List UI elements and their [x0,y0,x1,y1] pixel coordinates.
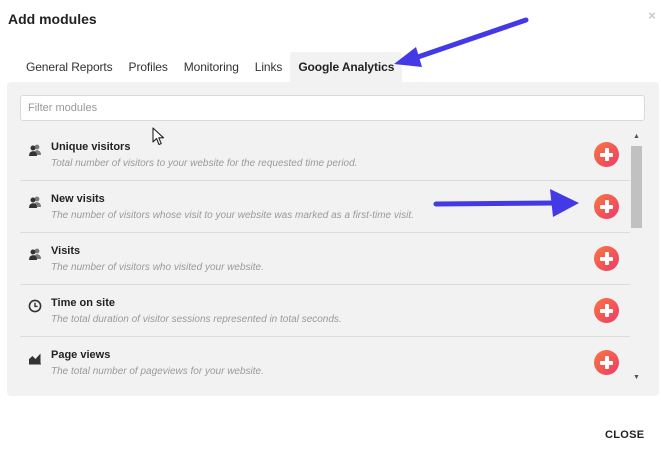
module-row-unique-visitors: Unique visitors Total number of visitors… [20,129,630,181]
module-name: Time on site [51,297,115,309]
module-description: The number of visitors whose visit to yo… [51,210,414,221]
users-icon [29,248,41,260]
module-name: Unique visitors [51,141,131,153]
clock-icon [28,299,42,313]
users-icon [29,196,41,208]
tab-general-reports[interactable]: General Reports [18,52,121,82]
scroll-up-arrow-icon[interactable]: ▲ [633,133,640,140]
filter-modules-input[interactable] [20,95,645,121]
scroll-down-arrow-icon[interactable]: ▼ [633,374,640,381]
area-chart-icon [29,353,41,365]
module-description: The number of visitors who visited your … [51,262,264,273]
modules-list: Unique visitors Total number of visitors… [20,129,630,385]
module-row-page-views: Page views The total number of pageviews… [20,337,630,385]
module-row-visits: Visits The number of visitors who visite… [20,233,630,285]
add-module-button[interactable] [594,142,619,167]
users-icon [29,144,41,156]
module-description: The total duration of visitor sessions r… [51,314,342,325]
tab-google-analytics[interactable]: Google Analytics [290,52,403,82]
module-name: Visits [51,245,81,257]
module-description: Total number of visitors to your website… [51,158,358,169]
dialog-title: Add modules [8,11,97,27]
module-name: New visits [51,193,105,205]
tab-links[interactable]: Links [247,52,291,82]
close-button[interactable]: CLOSE [605,429,644,441]
scrollbar-thumb[interactable] [631,146,642,228]
module-name: Page views [51,349,111,361]
close-icon[interactable]: × [645,9,659,23]
annotation-arrow-icon [433,189,579,217]
modules-panel: Unique visitors Total number of visitors… [7,82,659,396]
add-module-button[interactable] [594,298,619,323]
add-module-button[interactable] [594,246,619,271]
mouse-cursor-icon [152,127,165,146]
annotation-arrow-icon [394,17,529,67]
module-description: The total number of pageviews for your w… [51,366,264,377]
module-row-time-on-site: Time on site The total duration of visit… [20,285,630,337]
tab-monitoring[interactable]: Monitoring [176,52,247,82]
add-module-button[interactable] [594,350,619,375]
modules-scrollbar[interactable]: ▲ ▼ [630,129,643,385]
add-module-button[interactable] [594,194,619,219]
tab-profiles[interactable]: Profiles [121,52,176,82]
tab-bar: General Reports Profiles Monitoring Link… [18,52,403,82]
